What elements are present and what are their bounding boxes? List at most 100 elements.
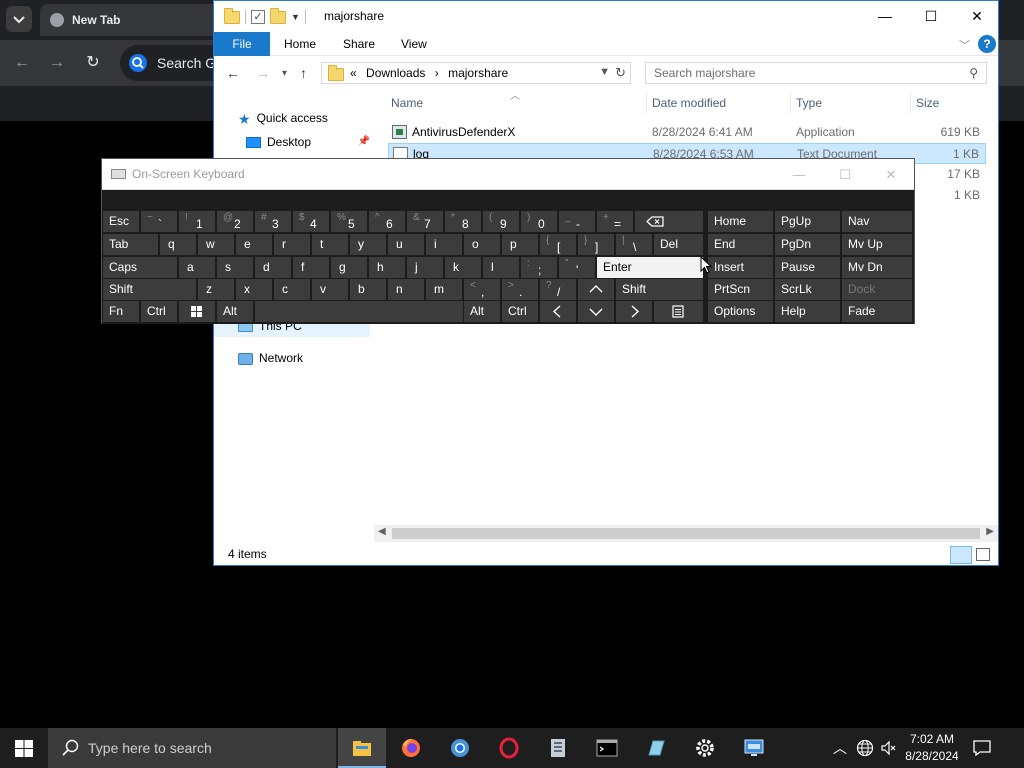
tab-view[interactable]: View [401, 32, 427, 56]
recent-locations-icon[interactable]: ▾ [282, 68, 287, 79]
key-8[interactable]: * 8 [445, 211, 481, 232]
key-p[interactable]: p [502, 234, 538, 255]
key-f[interactable]: f [293, 257, 329, 278]
pin-icon[interactable]: 📌 [358, 131, 370, 153]
nav-item-desktop[interactable]: Desktop 📌 [246, 131, 370, 153]
key-space[interactable] [255, 301, 463, 322]
key-h[interactable]: h [369, 257, 405, 278]
key-end[interactable]: End [708, 234, 773, 255]
explorer-titlebar[interactable]: ✓ ▼ majorshare — ☐ ✕ [214, 1, 998, 32]
browser-tab-new-tab[interactable]: New Tab [40, 4, 220, 36]
column-divider[interactable] [910, 93, 911, 113]
key-semicolon[interactable]: :; [521, 257, 557, 278]
key-menu[interactable] [654, 301, 703, 322]
taskbar-settings[interactable] [681, 728, 729, 768]
key-c[interactable]: c [274, 279, 310, 300]
close-button[interactable]: ✕ [868, 159, 914, 190]
key-shift-left[interactable]: Shift [103, 279, 196, 300]
key-minus[interactable]: _ - [559, 211, 595, 232]
file-row[interactable]: AntivirusDefenderX 8/28/2024 6:41 AM App… [388, 122, 986, 143]
column-header-type[interactable]: Type [796, 96, 822, 110]
key-r[interactable]: r [274, 234, 310, 255]
taskbar-terminal[interactable] [583, 728, 631, 768]
taskbar-firefox[interactable] [387, 728, 435, 768]
key-z[interactable]: z [198, 279, 234, 300]
key-n[interactable]: n [388, 279, 424, 300]
notifications-icon[interactable] [972, 738, 992, 758]
customize-toolbar-icon[interactable]: ▼ [291, 12, 300, 22]
scrollbar-thumb[interactable] [392, 528, 980, 539]
key-1[interactable]: ! 1 [179, 211, 215, 232]
key-pgup[interactable]: PgUp [775, 211, 840, 232]
taskbar-remote-desktop[interactable] [730, 728, 778, 768]
nav-item-quick-access[interactable]: ★ Quick access [238, 107, 328, 129]
expand-ribbon-icon[interactable]: ﹀ [959, 37, 970, 53]
scroll-left-icon[interactable]: ◀ [378, 526, 386, 537]
key-options[interactable]: Options [708, 301, 773, 322]
back-arrow-icon[interactable]: ← [226, 65, 240, 81]
key-down-arrow[interactable] [578, 301, 614, 322]
key-fade[interactable]: Fade [842, 301, 912, 322]
key-left-arrow[interactable] [540, 301, 576, 322]
address-dropdown-icon[interactable]: ▼ [599, 66, 610, 78]
details-view-icon[interactable] [950, 546, 972, 564]
taskbar-file-explorer[interactable] [338, 728, 386, 768]
column-header-date[interactable]: Date modified [652, 96, 726, 110]
forward-arrow-icon[interactable]: → [256, 65, 270, 81]
key-mv-dn[interactable]: Mv Dn [842, 257, 912, 278]
nav-item-network[interactable]: Network [238, 347, 303, 369]
key-7[interactable]: & 7 [407, 211, 443, 232]
key-l[interactable]: l [483, 257, 519, 278]
taskbar-notepad[interactable] [632, 728, 680, 768]
horizontal-scrollbar[interactable]: ◀ ▶ [374, 525, 998, 542]
key-backtick[interactable]: ~ ` [141, 211, 177, 232]
osk-titlebar[interactable]: On-Screen Keyboard — ☐ ✕ [102, 159, 914, 190]
key-6[interactable]: ^ 6 [369, 211, 405, 232]
breadcrumb-majorshare[interactable]: majorshare [448, 66, 508, 80]
key-b[interactable]: b [350, 279, 386, 300]
key-2[interactable]: @2 [217, 211, 253, 232]
key-comma[interactable]: <, [464, 279, 500, 300]
key-a[interactable]: a [179, 257, 215, 278]
key-backspace[interactable] [635, 211, 703, 232]
key-dock[interactable]: Dock [842, 279, 912, 300]
key-pause[interactable]: Pause [775, 257, 840, 278]
scroll-right-icon[interactable]: ▶ [986, 526, 994, 537]
address-bar[interactable]: « Downloads › majorshare ▼ ↻ [321, 62, 631, 84]
key-equals[interactable]: + = [597, 211, 633, 232]
forward-arrow-icon[interactable]: → [48, 54, 66, 72]
key-tab[interactable]: Tab [103, 234, 158, 255]
minimize-button[interactable]: — [862, 1, 908, 32]
system-clock[interactable]: 7:02 AM 8/28/2024 [900, 731, 964, 765]
tab-share[interactable]: Share [343, 32, 375, 56]
key-quote[interactable]: " ' [559, 257, 595, 278]
key-slash[interactable]: ? / [540, 279, 576, 300]
key-g[interactable]: g [331, 257, 367, 278]
key-0[interactable]: ) 0 [521, 211, 557, 232]
start-button[interactable] [0, 728, 48, 768]
breadcrumb-downloads[interactable]: Downloads [366, 66, 425, 80]
key-del[interactable]: Del [654, 234, 703, 255]
key-prtscn[interactable]: PrtScn [708, 279, 773, 300]
key-j[interactable]: j [407, 257, 443, 278]
key-fn[interactable]: Fn [103, 301, 139, 322]
key-q[interactable]: q [160, 234, 196, 255]
key-o[interactable]: o [464, 234, 500, 255]
key-alt-left[interactable]: Alt [217, 301, 253, 322]
key-d[interactable]: d [255, 257, 291, 278]
key-caps[interactable]: Caps [103, 257, 177, 278]
key-ctrl-right[interactable]: Ctrl [502, 301, 538, 322]
key-pgdn[interactable]: PgDn [775, 234, 840, 255]
key-4[interactable]: $4 [293, 211, 329, 232]
key-right-arrow[interactable] [616, 301, 652, 322]
key-u[interactable]: u [388, 234, 424, 255]
key-m[interactable]: m [426, 279, 462, 300]
column-header-size[interactable]: Size [916, 96, 939, 110]
key-help[interactable]: Help [775, 301, 840, 322]
breadcrumb-separator[interactable]: › [435, 66, 439, 80]
network-globe-icon[interactable] [854, 728, 876, 768]
key-ctrl-left[interactable]: Ctrl [141, 301, 177, 322]
key-w[interactable]: w [198, 234, 234, 255]
key-k[interactable]: k [445, 257, 481, 278]
key-backslash[interactable]: | \ [616, 234, 652, 255]
